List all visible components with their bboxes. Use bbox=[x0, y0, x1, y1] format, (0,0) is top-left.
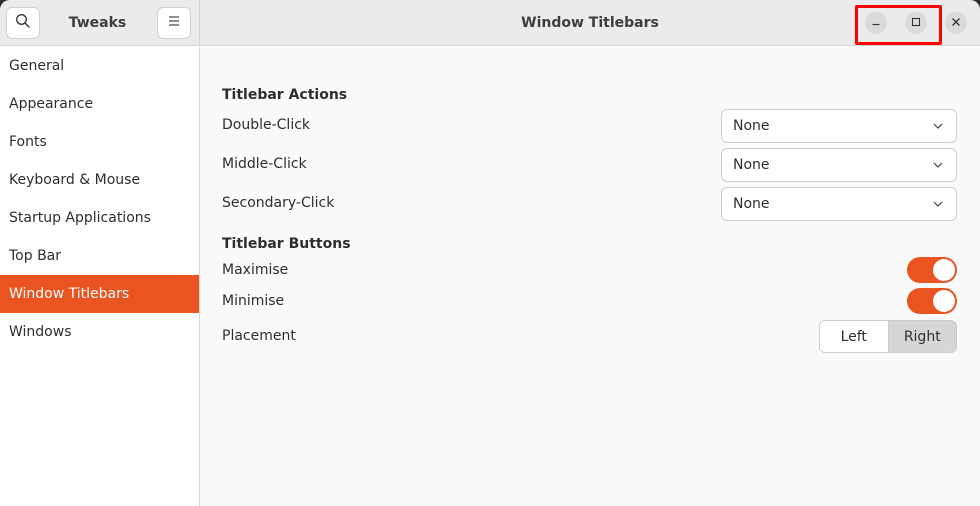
minimise-toggle[interactable] bbox=[907, 288, 957, 314]
secondary-click-dropdown[interactable]: None bbox=[721, 187, 957, 221]
double-click-dropdown[interactable]: None bbox=[721, 109, 957, 143]
sidebar-item-appearance[interactable]: Appearance bbox=[0, 85, 199, 123]
search-button[interactable] bbox=[6, 7, 40, 39]
placement-left-button[interactable]: Left bbox=[820, 321, 888, 352]
maximize-icon bbox=[911, 15, 921, 31]
chevron-down-icon bbox=[932, 196, 944, 212]
middle-click-dropdown[interactable]: None bbox=[721, 148, 957, 182]
page-title: Window Titlebars bbox=[521, 15, 659, 31]
middle-click-label: Middle-Click bbox=[222, 156, 307, 172]
sidebar-item-top-bar[interactable]: Top Bar bbox=[0, 237, 199, 275]
placement-selector: Left Right bbox=[819, 320, 957, 353]
close-icon bbox=[951, 15, 961, 31]
main-menu-button[interactable] bbox=[157, 7, 191, 39]
sidebar-item-keyboard-mouse[interactable]: Keyboard & Mouse bbox=[0, 161, 199, 199]
search-icon bbox=[15, 13, 31, 33]
double-click-value: None bbox=[733, 118, 770, 134]
chevron-down-icon bbox=[932, 157, 944, 173]
minimize-icon bbox=[871, 15, 881, 31]
placement-right-button[interactable]: Right bbox=[887, 321, 956, 352]
maximise-label: Maximise bbox=[222, 262, 289, 278]
sidebar-item-windows[interactable]: Windows bbox=[0, 313, 199, 351]
minimize-button[interactable] bbox=[865, 12, 887, 34]
close-button[interactable] bbox=[945, 12, 967, 34]
minimise-label: Minimise bbox=[222, 293, 285, 309]
middle-click-value: None bbox=[733, 157, 770, 173]
secondary-click-label: Secondary-Click bbox=[222, 195, 335, 211]
maximise-toggle[interactable] bbox=[907, 257, 957, 283]
sidebar-item-startup-applications[interactable]: Startup Applications bbox=[0, 199, 199, 237]
sidebar-item-window-titlebars[interactable]: Window Titlebars bbox=[0, 275, 199, 313]
app-title: Tweaks bbox=[68, 15, 127, 31]
settings-panel: Titlebar Actions Double-Click None Middl… bbox=[201, 47, 980, 506]
sidebar-item-fonts[interactable]: Fonts bbox=[0, 123, 199, 161]
sidebar-item-general[interactable]: General bbox=[0, 47, 199, 85]
toggle-knob bbox=[933, 290, 955, 312]
chevron-down-icon bbox=[932, 118, 944, 134]
titlebar-actions-heading: Titlebar Actions bbox=[222, 87, 348, 103]
toggle-knob bbox=[933, 259, 955, 281]
hamburger-menu-icon bbox=[167, 15, 181, 31]
double-click-label: Double-Click bbox=[222, 117, 311, 133]
tweaks-window: Tweaks Window Titlebars General Appearan… bbox=[0, 0, 980, 506]
maximize-button[interactable] bbox=[905, 12, 927, 34]
secondary-click-value: None bbox=[733, 196, 770, 212]
placement-label: Placement bbox=[222, 328, 296, 344]
sidebar: General Appearance Fonts Keyboard & Mous… bbox=[0, 47, 200, 506]
titlebar-buttons-heading: Titlebar Buttons bbox=[222, 236, 351, 252]
main-header: Window Titlebars bbox=[200, 0, 980, 46]
sidebar-header: Tweaks bbox=[0, 0, 200, 46]
